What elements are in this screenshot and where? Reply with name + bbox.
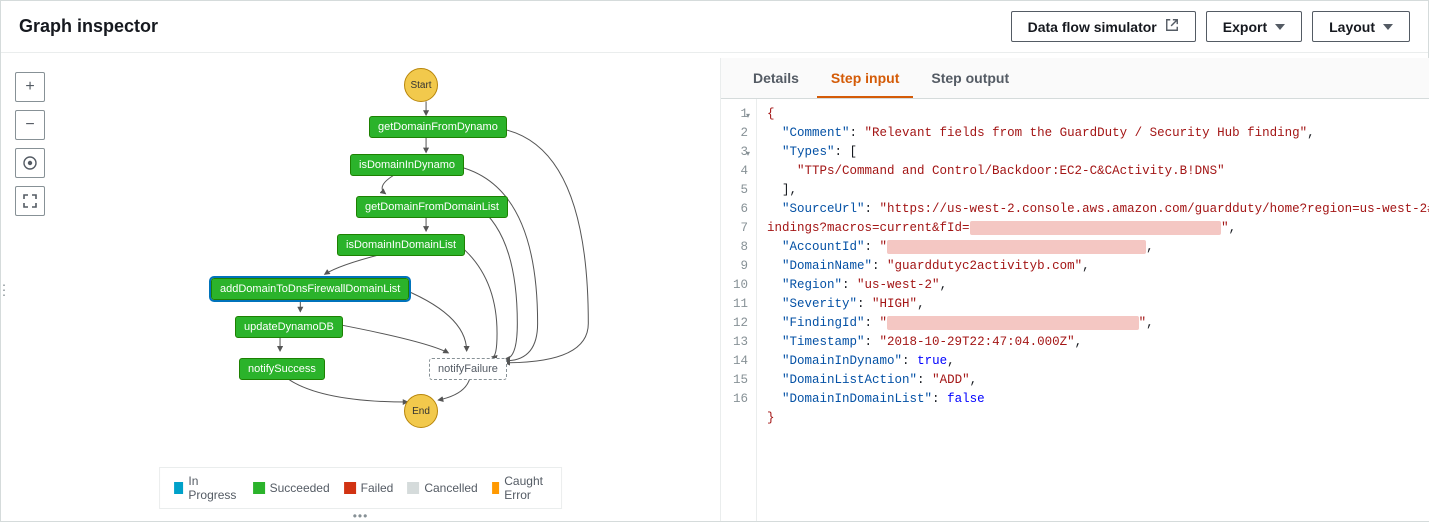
legend-swatch-failed — [344, 482, 356, 494]
export-button[interactable]: Export — [1206, 11, 1302, 42]
legend-label: Succeeded — [270, 481, 330, 495]
external-link-icon — [1165, 18, 1179, 35]
center-button[interactable] — [15, 148, 45, 178]
state-node-notifySuccess[interactable]: notifySuccess — [239, 358, 325, 380]
start-node[interactable]: Start — [404, 68, 438, 102]
legend-label: Failed — [361, 481, 394, 495]
resize-handle-vertical[interactable]: ⋮ — [0, 281, 9, 298]
state-node-getDomainFromDomainList[interactable]: getDomainFromDomainList — [356, 196, 508, 218]
resize-handle-bottom[interactable]: ••• — [353, 509, 369, 523]
state-node-notifyFailure[interactable]: notifyFailure — [429, 358, 507, 380]
start-label: Start — [410, 80, 431, 91]
data-flow-simulator-label: Data flow simulator — [1028, 19, 1157, 35]
caret-down-icon — [1275, 24, 1285, 30]
state-node-addDomainToDnsFirewallDomainList[interactable]: addDomainToDnsFirewallDomainList — [211, 278, 409, 300]
data-flow-simulator-button[interactable]: Data flow simulator — [1011, 11, 1196, 42]
minus-icon: − — [25, 116, 34, 134]
legend: In Progress Succeeded Failed Cancelled C… — [159, 467, 563, 509]
legend-swatch-cancelled — [407, 482, 419, 494]
zoom-in-button[interactable]: + — [15, 72, 45, 102]
state-node-isDomainInDomainList[interactable]: isDomainInDomainList — [337, 234, 465, 256]
code-gutter: 1▾23▾45678910111213141516 — [721, 99, 757, 521]
plus-icon: + — [25, 78, 34, 96]
legend-label: Cancelled — [424, 481, 477, 495]
legend-swatch-caught — [492, 482, 500, 494]
end-label: End — [412, 406, 430, 417]
legend-swatch-in-progress — [174, 482, 184, 494]
zoom-out-button[interactable]: − — [15, 110, 45, 140]
caret-down-icon — [1383, 24, 1393, 30]
state-node-isDomainInDynamo[interactable]: isDomainInDynamo — [350, 154, 464, 176]
legend-swatch-succeeded — [253, 482, 265, 494]
tab-step-input[interactable]: Step input — [817, 58, 913, 98]
export-label: Export — [1223, 19, 1267, 35]
legend-label: Caught Error — [504, 474, 547, 502]
end-node[interactable]: End — [404, 394, 438, 428]
fullscreen-button[interactable] — [15, 186, 45, 216]
legend-label: In Progress — [188, 474, 238, 502]
page-title: Graph inspector — [19, 16, 158, 37]
tab-step-output[interactable]: Step output — [917, 58, 1023, 98]
state-node-getDomainFromDynamo[interactable]: getDomainFromDynamo — [369, 116, 507, 138]
layout-button[interactable]: Layout — [1312, 11, 1410, 42]
fullscreen-icon — [22, 193, 38, 209]
target-icon — [22, 155, 38, 171]
code-source[interactable]: { "Comment": "Relevant fields from the G… — [757, 99, 1429, 521]
layout-label: Layout — [1329, 19, 1375, 35]
tab-details[interactable]: Details — [739, 58, 813, 98]
state-node-updateDynamoDB[interactable]: updateDynamoDB — [235, 316, 343, 338]
